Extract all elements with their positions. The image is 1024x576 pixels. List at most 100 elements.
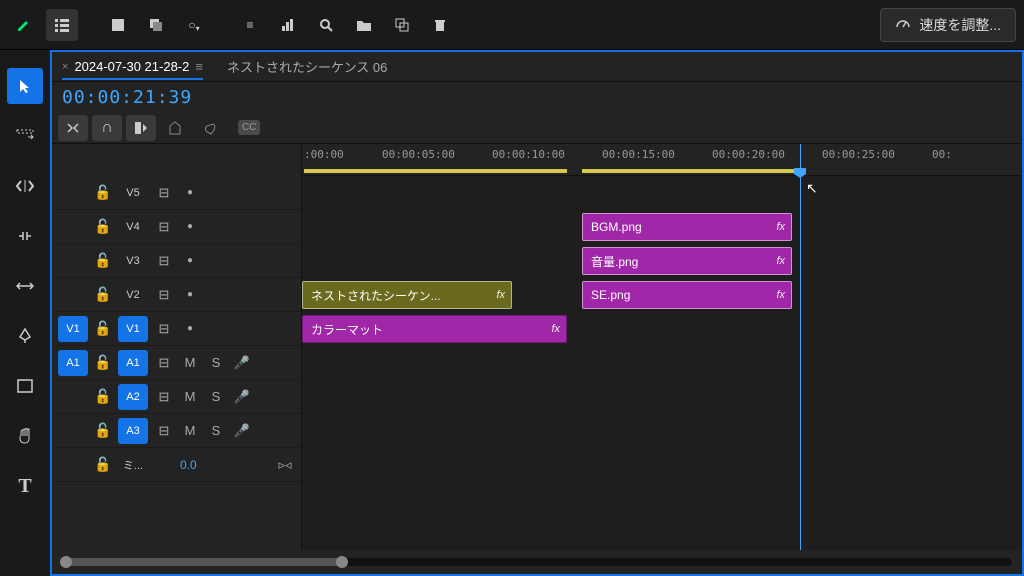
selection-tool[interactable] (7, 68, 43, 104)
clip-volume[interactable]: 音量.pngfx (582, 247, 792, 275)
solo-button[interactable]: S (206, 353, 226, 373)
speed-adjust-button[interactable]: 速度を調整... (880, 8, 1016, 42)
slip-tool[interactable] (7, 268, 43, 304)
voice-icon[interactable]: 🎤 (232, 353, 252, 373)
snap-button[interactable]: ∩ (92, 115, 122, 141)
tab-label: 2024-07-30 21-28-2 (74, 59, 189, 74)
lock-icon[interactable]: 🔓 (94, 184, 112, 201)
settings-button[interactable] (194, 115, 224, 141)
toggle-output-icon[interactable]: ⊟ (154, 387, 174, 407)
toggle-output-icon[interactable]: ⊟ (154, 421, 174, 441)
nest-button[interactable] (58, 115, 88, 141)
hand-tool[interactable] (7, 418, 43, 454)
solo-button[interactable]: S (206, 421, 226, 441)
mute-button[interactable]: M (180, 353, 200, 373)
close-icon[interactable]: × (62, 61, 68, 73)
lock-icon[interactable]: 🔓 (94, 218, 112, 235)
voice-icon[interactable]: 🎤 (232, 387, 252, 407)
top-toolbar: ○▾ ≡ 速度を調整... (0, 0, 1024, 50)
lock-icon[interactable]: 🔓 (94, 456, 112, 473)
timeline-content[interactable]: :00:00 00:00:05:00 00:00:10:00 00:00:15:… (302, 144, 1022, 550)
source-v1[interactable]: V1 (58, 316, 88, 342)
align-button[interactable]: ≡ (234, 9, 266, 41)
work-area-bar[interactable] (582, 169, 802, 173)
type-tool[interactable]: T (7, 468, 43, 504)
track-header-v2[interactable]: 🔓V2⊟ (52, 278, 301, 312)
eye-icon[interactable] (180, 217, 200, 237)
eye-icon[interactable] (180, 251, 200, 271)
clip-nested-sequence[interactable]: ネストされたシーケン...fx (302, 281, 512, 309)
track-header-v4[interactable]: 🔓V4⊟ (52, 210, 301, 244)
insert-mode-icon[interactable] (8, 9, 40, 41)
sequence-tabs: × 2024-07-30 21-28-2 ≡ ネストされたシーケンス 06 (52, 52, 1022, 82)
lock-icon[interactable]: 🔓 (94, 286, 112, 303)
mute-button[interactable]: M (180, 421, 200, 441)
razor-tool[interactable] (7, 218, 43, 254)
eye-icon[interactable] (180, 319, 200, 339)
zoom-handle-right[interactable] (336, 556, 348, 568)
horizontal-scrollbar[interactable] (52, 550, 1022, 574)
bars-button[interactable] (272, 9, 304, 41)
timeline-controls: ∩ CC (52, 112, 1022, 144)
lock-icon[interactable]: 🔓 (94, 422, 112, 439)
duplicate-button[interactable] (386, 9, 418, 41)
playhead[interactable] (800, 144, 801, 550)
toggle-output-icon[interactable]: ⊟ (154, 217, 174, 237)
current-timecode[interactable]: 00:00:21:39 (62, 87, 192, 108)
zoom-handle-left[interactable] (60, 556, 72, 568)
track-header-mix[interactable]: 🔓ミ...0.0▹◃ (52, 448, 301, 482)
track-headers: 🔓V5⊟ 🔓V4⊟ 🔓V3⊟ 🔓V2⊟ V1🔓V1⊟ A1🔓A1⊟MS🎤 🔓A2… (52, 144, 302, 550)
track-header-a3[interactable]: 🔓A3⊟MS🎤 (52, 414, 301, 448)
timeline-panel: × 2024-07-30 21-28-2 ≡ ネストされたシーケンス 06 00… (50, 50, 1024, 576)
ripple-edit-tool[interactable] (7, 168, 43, 204)
speed-label: 速度を調整... (919, 15, 1001, 35)
mouse-cursor-icon: ↖ (806, 180, 818, 197)
mute-button[interactable]: M (180, 387, 200, 407)
search-button[interactable] (310, 9, 342, 41)
lock-icon[interactable]: 🔓 (94, 320, 112, 337)
toggle-output-icon[interactable]: ⊟ (154, 183, 174, 203)
source-a1[interactable]: A1 (58, 350, 88, 376)
gauge-icon (895, 15, 911, 34)
track-header-a1[interactable]: A1🔓A1⊟MS🎤 (52, 346, 301, 380)
list-view-button[interactable] (46, 9, 78, 41)
toggle-output-icon[interactable]: ⊟ (154, 319, 174, 339)
eye-icon[interactable] (180, 285, 200, 305)
new-item-button[interactable] (102, 9, 134, 41)
folder-button[interactable] (348, 9, 380, 41)
toggle-output-icon[interactable]: ⊟ (154, 251, 174, 271)
tool-rail: T (0, 50, 50, 576)
clip-se[interactable]: SE.pngfx (582, 281, 792, 309)
track-header-v1[interactable]: V1🔓V1⊟ (52, 312, 301, 346)
lock-icon[interactable]: 🔓 (94, 354, 112, 371)
solo-button[interactable]: S (206, 387, 226, 407)
tab-active-sequence[interactable]: × 2024-07-30 21-28-2 ≡ (62, 59, 203, 80)
lock-icon[interactable]: 🔓 (94, 252, 112, 269)
time-ruler[interactable]: :00:00 00:00:05:00 00:00:10:00 00:00:15:… (302, 144, 1022, 176)
keyframe-button[interactable]: ○▾ (178, 9, 210, 41)
tab-menu-icon[interactable]: ≡ (195, 59, 203, 74)
track-header-a2[interactable]: 🔓A2⊟MS🎤 (52, 380, 301, 414)
pen-tool[interactable] (7, 318, 43, 354)
expand-icon[interactable]: ▹◃ (275, 455, 295, 475)
rectangle-tool[interactable] (7, 368, 43, 404)
captions-badge[interactable]: CC (238, 120, 260, 135)
stack-button[interactable] (140, 9, 172, 41)
delete-button[interactable] (424, 9, 456, 41)
mix-value[interactable]: 0.0 (180, 458, 197, 472)
tab-label: ネストされたシーケンス 06 (227, 57, 387, 76)
track-select-tool[interactable] (7, 118, 43, 154)
clip-color-matte[interactable]: カラーマットfx (302, 315, 567, 343)
markers-button[interactable] (160, 115, 190, 141)
track-header-v5[interactable]: 🔓V5⊟ (52, 176, 301, 210)
clip-bgm[interactable]: BGM.pngfx (582, 213, 792, 241)
toggle-output-icon[interactable]: ⊟ (154, 285, 174, 305)
voice-icon[interactable]: 🎤 (232, 421, 252, 441)
eye-icon[interactable] (180, 183, 200, 203)
track-header-v3[interactable]: 🔓V3⊟ (52, 244, 301, 278)
toggle-output-icon[interactable]: ⊟ (154, 353, 174, 373)
tab-inactive-sequence[interactable]: ネストされたシーケンス 06 (227, 57, 387, 76)
work-area-bar[interactable] (304, 169, 567, 173)
lock-icon[interactable]: 🔓 (94, 388, 112, 405)
linked-selection-button[interactable] (126, 115, 156, 141)
